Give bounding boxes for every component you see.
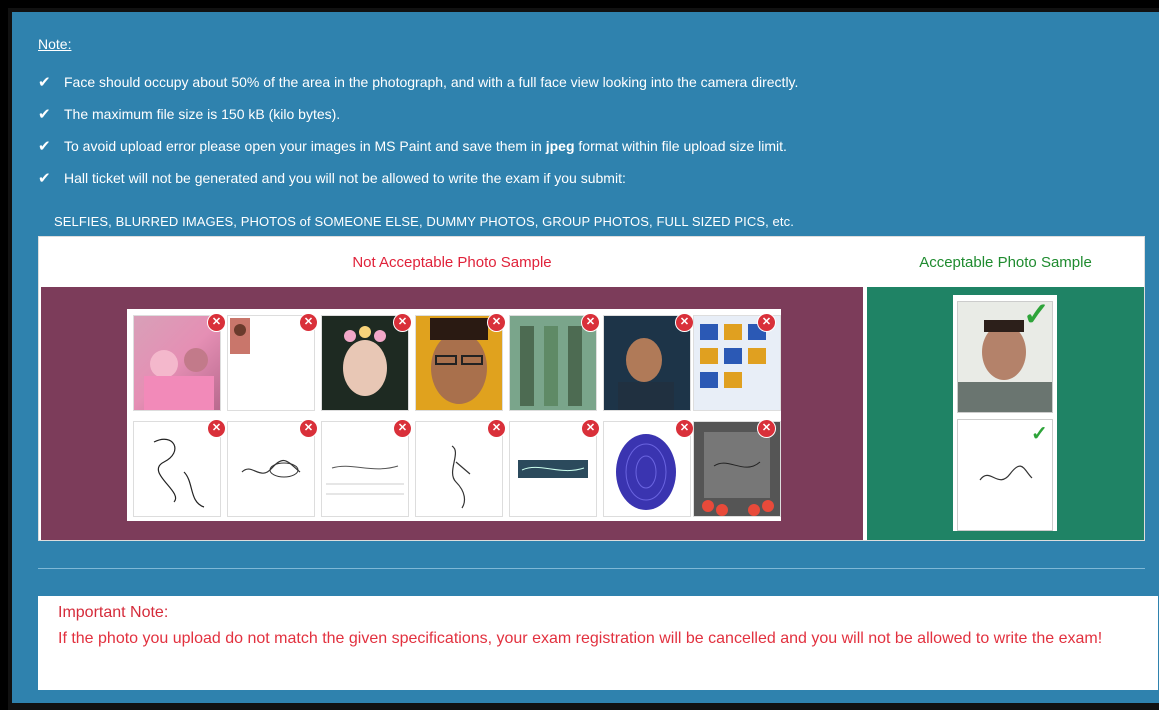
bottom-border: [8, 703, 1159, 710]
note-list: ✔ Face should occupy about 50% of the ar…: [38, 66, 798, 194]
reject-icon: ✕: [581, 313, 600, 332]
reject-icon: ✕: [675, 419, 694, 438]
closeup-face-image: [430, 318, 488, 404]
bad-sample-signature-1: [133, 421, 221, 517]
check-icon: ✔: [38, 170, 51, 187]
important-note-heading: Important Note:: [58, 604, 169, 621]
reject-icon: ✕: [299, 313, 318, 332]
not-acceptable-grid: ✕ ✕ ✕ ✕ ✕ ✕ ✕ ✕ ✕ ✕ ✕ ✕ ✕ ✕: [127, 309, 781, 521]
list-item: ✔ To avoid upload error please open your…: [38, 130, 798, 162]
acceptable-samples: ✓ ✓: [953, 295, 1057, 531]
check-icon: ✔: [38, 106, 51, 123]
list-item: ✔ Face should occupy about 50% of the ar…: [38, 66, 798, 98]
reject-icon: ✕: [393, 313, 412, 332]
not-acceptable-panel: ✕ ✕ ✕ ✕ ✕ ✕ ✕ ✕ ✕ ✕ ✕ ✕ ✕ ✕: [41, 287, 863, 540]
accept-check-icon: ✓: [1031, 423, 1048, 445]
cropped-signature-image: [518, 460, 588, 478]
list-item: ✔ The maximum file size is 150 kB (kilo …: [38, 98, 798, 130]
reject-icon: ✕: [757, 419, 776, 438]
reject-icon: ✕: [207, 313, 226, 332]
thumbprint-image: [616, 434, 676, 510]
check-icon: ✔: [38, 74, 51, 91]
reject-icon: ✕: [487, 313, 506, 332]
reject-icon: ✕: [675, 313, 694, 332]
selfie-image: [144, 348, 214, 410]
bad-sample-selfie-pink: [133, 315, 221, 411]
signature-image: [326, 465, 404, 495]
note-item-face: Face should occupy about 50% of the area…: [64, 74, 799, 90]
rejected-types-text: SELFIES, BLURRED IMAGES, PHOTOS of SOMEO…: [54, 214, 794, 229]
list-item: ✔ Hall ticket will not be generated and …: [38, 162, 798, 194]
dark-selfie-image: [618, 338, 674, 410]
note-item-filesize: The maximum file size is 150 kB (kilo by…: [64, 106, 341, 122]
reject-icon: ✕: [207, 419, 226, 438]
jpeg-format-text: jpeg: [545, 138, 575, 154]
acceptable-heading: Acceptable Photo Sample: [919, 253, 1092, 271]
check-icon: ✔: [38, 138, 51, 155]
reject-icon: ✕: [757, 313, 776, 332]
signature-image: [451, 445, 471, 509]
important-note-text: If the photo you upload do not match the…: [58, 630, 1103, 647]
reject-icon: ✕: [487, 419, 506, 438]
small-photo-image: [230, 318, 250, 354]
important-note-box: Important Note: If the photo you upload …: [38, 596, 1158, 690]
reject-icon: ✕: [299, 419, 318, 438]
note-item-hallticket: Hall ticket will not be generated and yo…: [64, 170, 626, 186]
acceptable-panel: ✓ ✓: [867, 287, 1144, 540]
section-divider: [38, 568, 1145, 569]
reject-icon: ✕: [393, 419, 412, 438]
signature-image: [153, 438, 205, 508]
note-item-upload: To avoid upload error please open your i…: [64, 138, 787, 154]
full-sized-image: [520, 326, 582, 406]
accept-check-icon: ✓: [1023, 296, 1050, 332]
filtered-photo-image: [343, 326, 387, 396]
signature-image: [241, 459, 301, 478]
photo-samples-table: Not Acceptable Photo Sample Acceptable P…: [38, 236, 1145, 541]
reject-icon: ✕: [581, 419, 600, 438]
not-acceptable-heading: Not Acceptable Photo Sample: [352, 253, 552, 271]
note-heading: Note:: [38, 36, 72, 52]
